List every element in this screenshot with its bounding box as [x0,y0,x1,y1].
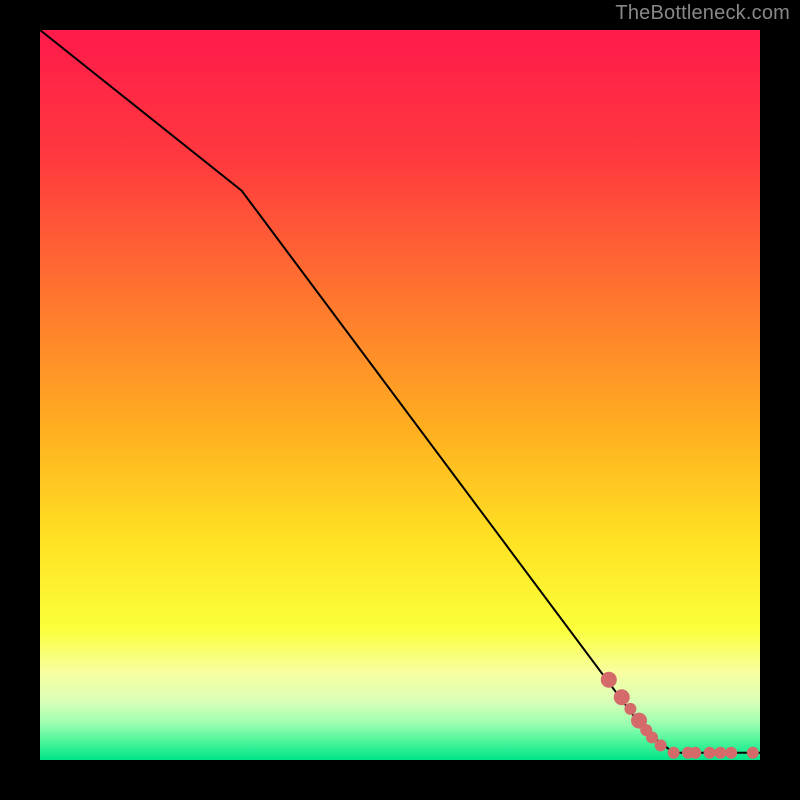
data-marker [601,672,617,688]
data-marker [725,747,737,759]
data-marker [655,739,667,751]
watermark-text: TheBottleneck.com [615,2,790,25]
plot-svg [40,30,760,760]
plot-area [40,30,760,760]
data-marker [689,747,701,759]
chart-frame: TheBottleneck.com [0,0,800,800]
data-marker [668,747,680,759]
data-marker [714,747,726,759]
data-marker [624,703,636,715]
data-marker [614,689,630,705]
data-marker [704,747,716,759]
data-marker [747,747,759,759]
plot-background [40,30,760,760]
